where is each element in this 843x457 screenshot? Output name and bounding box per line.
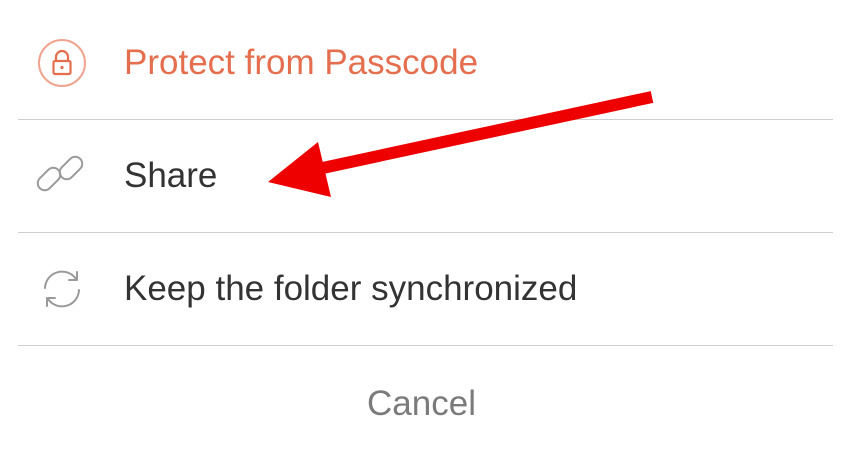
cancel-button[interactable]: Cancel (0, 346, 843, 457)
share-label: Share (124, 156, 218, 195)
protect-from-passcode-label: Protect from Passcode (124, 43, 479, 82)
lock-icon (30, 31, 94, 95)
protect-from-passcode-item[interactable]: Protect from Passcode (0, 7, 843, 119)
action-sheet: Protect from Passcode Share Keep the fol… (0, 0, 843, 457)
keep-folder-synchronized-label: Keep the folder synchronized (124, 269, 578, 308)
keep-folder-synchronized-item[interactable]: Keep the folder synchronized (0, 233, 843, 345)
share-item[interactable]: Share (0, 120, 843, 232)
link-icon (30, 144, 94, 208)
sync-icon (30, 257, 94, 321)
cancel-label: Cancel (367, 383, 476, 423)
